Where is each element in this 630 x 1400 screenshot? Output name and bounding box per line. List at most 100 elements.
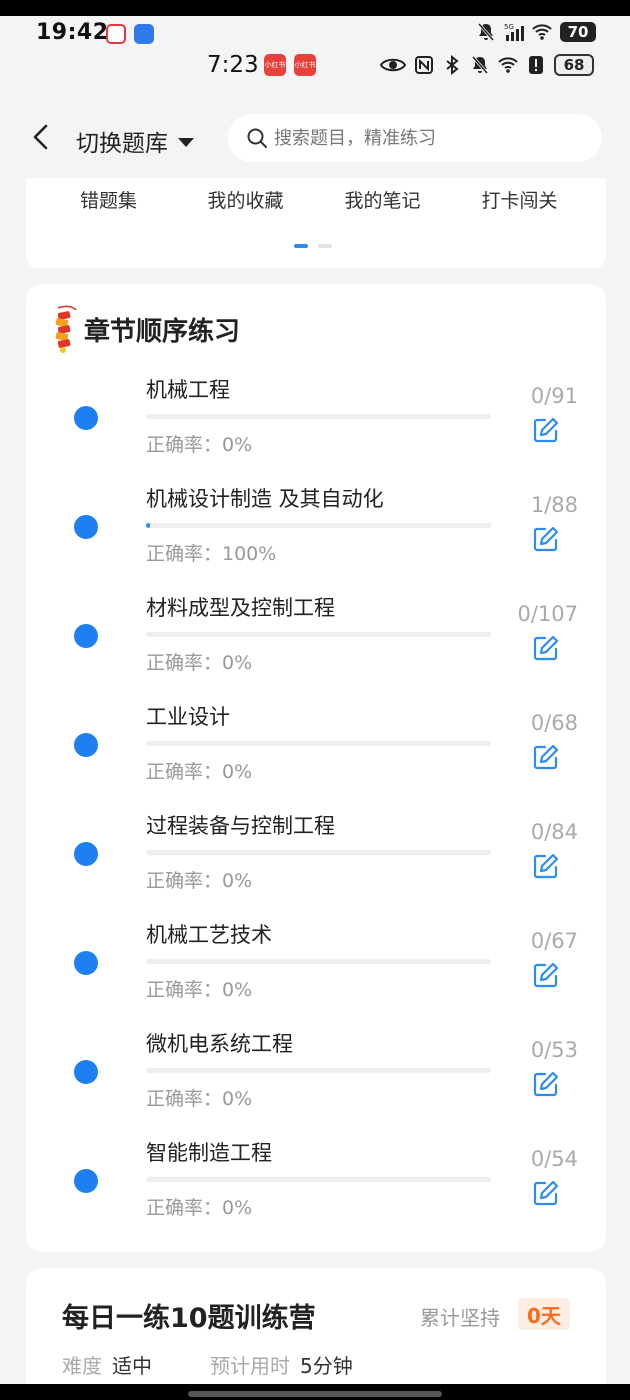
- chapter-bullet-dot: [74, 1060, 98, 1084]
- difficulty-value: 适中: [112, 1354, 152, 1378]
- chapter-count: 0/54: [530, 1147, 578, 1171]
- chapter-progress-bar: [146, 1068, 491, 1073]
- edit-practice-icon[interactable]: [532, 743, 560, 771]
- tools-card: 错题集 我的收藏 我的笔记 打卡闯关: [26, 178, 606, 268]
- daily-practice-card[interactable]: 每日一练10题训练营 累计坚持 0天 难度 适中 预计用时 5分钟: [26, 1268, 606, 1400]
- notification-icons: [106, 24, 154, 44]
- estimated-time-value: 5分钟: [300, 1354, 353, 1378]
- chapter-count: 0/84: [530, 820, 578, 844]
- chapter-item[interactable]: 工业设计 正确率：0% 0/68: [26, 701, 606, 810]
- time-meta: 预计用时 5分钟: [210, 1350, 353, 1379]
- xiaohongshu-app-icon: 小红书: [264, 54, 286, 76]
- chapter-count: 0/91: [530, 384, 578, 408]
- tool-checkin-challenge[interactable]: 打卡闯关: [451, 186, 588, 213]
- tool-wrong-questions[interactable]: 错题集: [40, 186, 177, 213]
- chapter-item[interactable]: 机械工程 正确率：0% 0/91: [26, 374, 606, 483]
- edit-practice-icon[interactable]: [532, 1179, 560, 1207]
- chapter-practice-card: 章节顺序练习 机械工程 正确率：0% 0/91 机械设计制造 及其自动化 正确率…: [26, 284, 606, 1252]
- wifi-icon: [532, 24, 552, 40]
- tool-notes[interactable]: 我的笔记: [314, 186, 451, 213]
- chapter-bullet-dot: [74, 733, 98, 757]
- inner-notification-icons: 小红书 小红书: [264, 54, 316, 76]
- eye-icon: [380, 58, 406, 72]
- persist-days-badge: 0天: [518, 1298, 570, 1330]
- page-dot: [318, 244, 332, 248]
- chapter-name: 工业设计: [146, 705, 230, 729]
- edit-practice-icon[interactable]: [532, 525, 560, 553]
- chapter-name: 智能制造工程: [146, 1141, 272, 1165]
- edit-practice-icon[interactable]: [532, 416, 560, 444]
- chapter-name: 机械工艺技术: [146, 923, 272, 947]
- search-input[interactable]: [274, 127, 574, 149]
- switch-question-bank-button[interactable]: 切换题库: [76, 124, 194, 158]
- switch-question-bank-label: 切换题库: [76, 131, 168, 157]
- home-indicator[interactable]: [188, 1391, 442, 1397]
- tools-row: 错题集 我的收藏 我的笔记 打卡闯关: [26, 186, 606, 213]
- signal-icon: 5G: [504, 23, 524, 41]
- difficulty-label: 难度: [62, 1354, 102, 1378]
- xiaohongshu-app-icon: 小红书: [294, 54, 316, 76]
- page-dot-active: [294, 244, 308, 248]
- edit-practice-icon[interactable]: [532, 852, 560, 880]
- chapter-practice-header: 章节顺序练习: [52, 304, 240, 354]
- nfc-icon: [415, 56, 433, 74]
- chapter-item[interactable]: 智能制造工程 正确率：0% 0/54: [26, 1137, 606, 1246]
- chapter-accuracy: 正确率：0%: [146, 652, 253, 674]
- chapter-progress-bar: [146, 850, 491, 855]
- top-nav-bar: 切换题库: [0, 100, 630, 178]
- chapter-accuracy: 正确率：0%: [146, 434, 253, 456]
- caret-down-icon: [178, 137, 194, 147]
- chapter-count: 0/53: [530, 1038, 578, 1062]
- chapter-name: 过程装备与控制工程: [146, 814, 335, 838]
- inner-battery-indicator: 68: [554, 54, 594, 76]
- status-right: 5G 70: [476, 22, 596, 42]
- chapter-accuracy: 正确率：0%: [146, 979, 253, 1001]
- battery-indicator: 70: [560, 22, 596, 42]
- status-time: 19:42: [36, 20, 109, 45]
- chapter-item[interactable]: 机械设计制造 及其自动化 正确率：100% 1/88: [26, 483, 606, 592]
- search-bar[interactable]: [228, 114, 602, 162]
- tool-favorites[interactable]: 我的收藏: [177, 186, 314, 213]
- page-indicator: [294, 244, 332, 248]
- search-icon: [247, 128, 267, 148]
- bluetooth-icon: [446, 55, 459, 75]
- status-bar: 19:42 5G 70: [0, 16, 630, 52]
- chapter-accuracy: 正确率：0%: [146, 870, 253, 892]
- inner-status-bar: 7:23 小红书 小红书 68: [0, 52, 630, 100]
- chapter-bullet-dot: [74, 515, 98, 539]
- back-chevron-icon[interactable]: [28, 122, 54, 152]
- chapter-bullet-dot: [74, 624, 98, 648]
- chapter-count: 1/88: [530, 493, 578, 517]
- chapter-progress-fill: [146, 523, 151, 528]
- top-black-strip: [0, 0, 630, 16]
- chapter-item[interactable]: 微机电系统工程 正确率：0% 0/53: [26, 1028, 606, 1137]
- chapter-bullet-dot: [74, 842, 98, 866]
- daily-practice-title: 每日一练10题训练营: [62, 1303, 316, 1334]
- chapter-progress-bar: [146, 414, 491, 419]
- chapter-count: 0/67: [530, 929, 578, 953]
- chapter-progress-bar: [146, 959, 491, 964]
- chapter-name: 材料成型及控制工程: [146, 596, 335, 620]
- alert-icon: [529, 56, 543, 74]
- edit-practice-icon[interactable]: [532, 634, 560, 662]
- chapter-item[interactable]: 机械工艺技术 正确率：0% 0/67: [26, 919, 606, 1028]
- inner-status-time: 7:23: [207, 52, 259, 78]
- persist-label: 累计坚持: [420, 1306, 500, 1330]
- network-type: 5G: [504, 23, 514, 31]
- chapter-accuracy: 正确率：100%: [146, 543, 277, 565]
- edit-practice-icon[interactable]: [532, 961, 560, 989]
- chapter-bullet-dot: [74, 951, 98, 975]
- chapter-progress-bar: [146, 632, 491, 637]
- mute-bell-icon: [477, 23, 495, 41]
- chapter-count: 0/107: [517, 602, 578, 626]
- inner-status-right: 68: [380, 54, 594, 76]
- chapter-item[interactable]: 材料成型及控制工程 正确率：0% 0/107: [26, 592, 606, 701]
- chapter-progress-bar: [146, 741, 491, 746]
- chapter-progress-bar: [146, 1177, 491, 1182]
- wifi-icon: [498, 57, 518, 73]
- edit-practice-icon[interactable]: [532, 1070, 560, 1098]
- chapter-name: 机械工程: [146, 378, 230, 402]
- chapter-item[interactable]: 过程装备与控制工程 正确率：0% 0/84: [26, 810, 606, 919]
- app-notification-icon: [106, 24, 126, 44]
- chapter-accuracy: 正确率：0%: [146, 1088, 253, 1110]
